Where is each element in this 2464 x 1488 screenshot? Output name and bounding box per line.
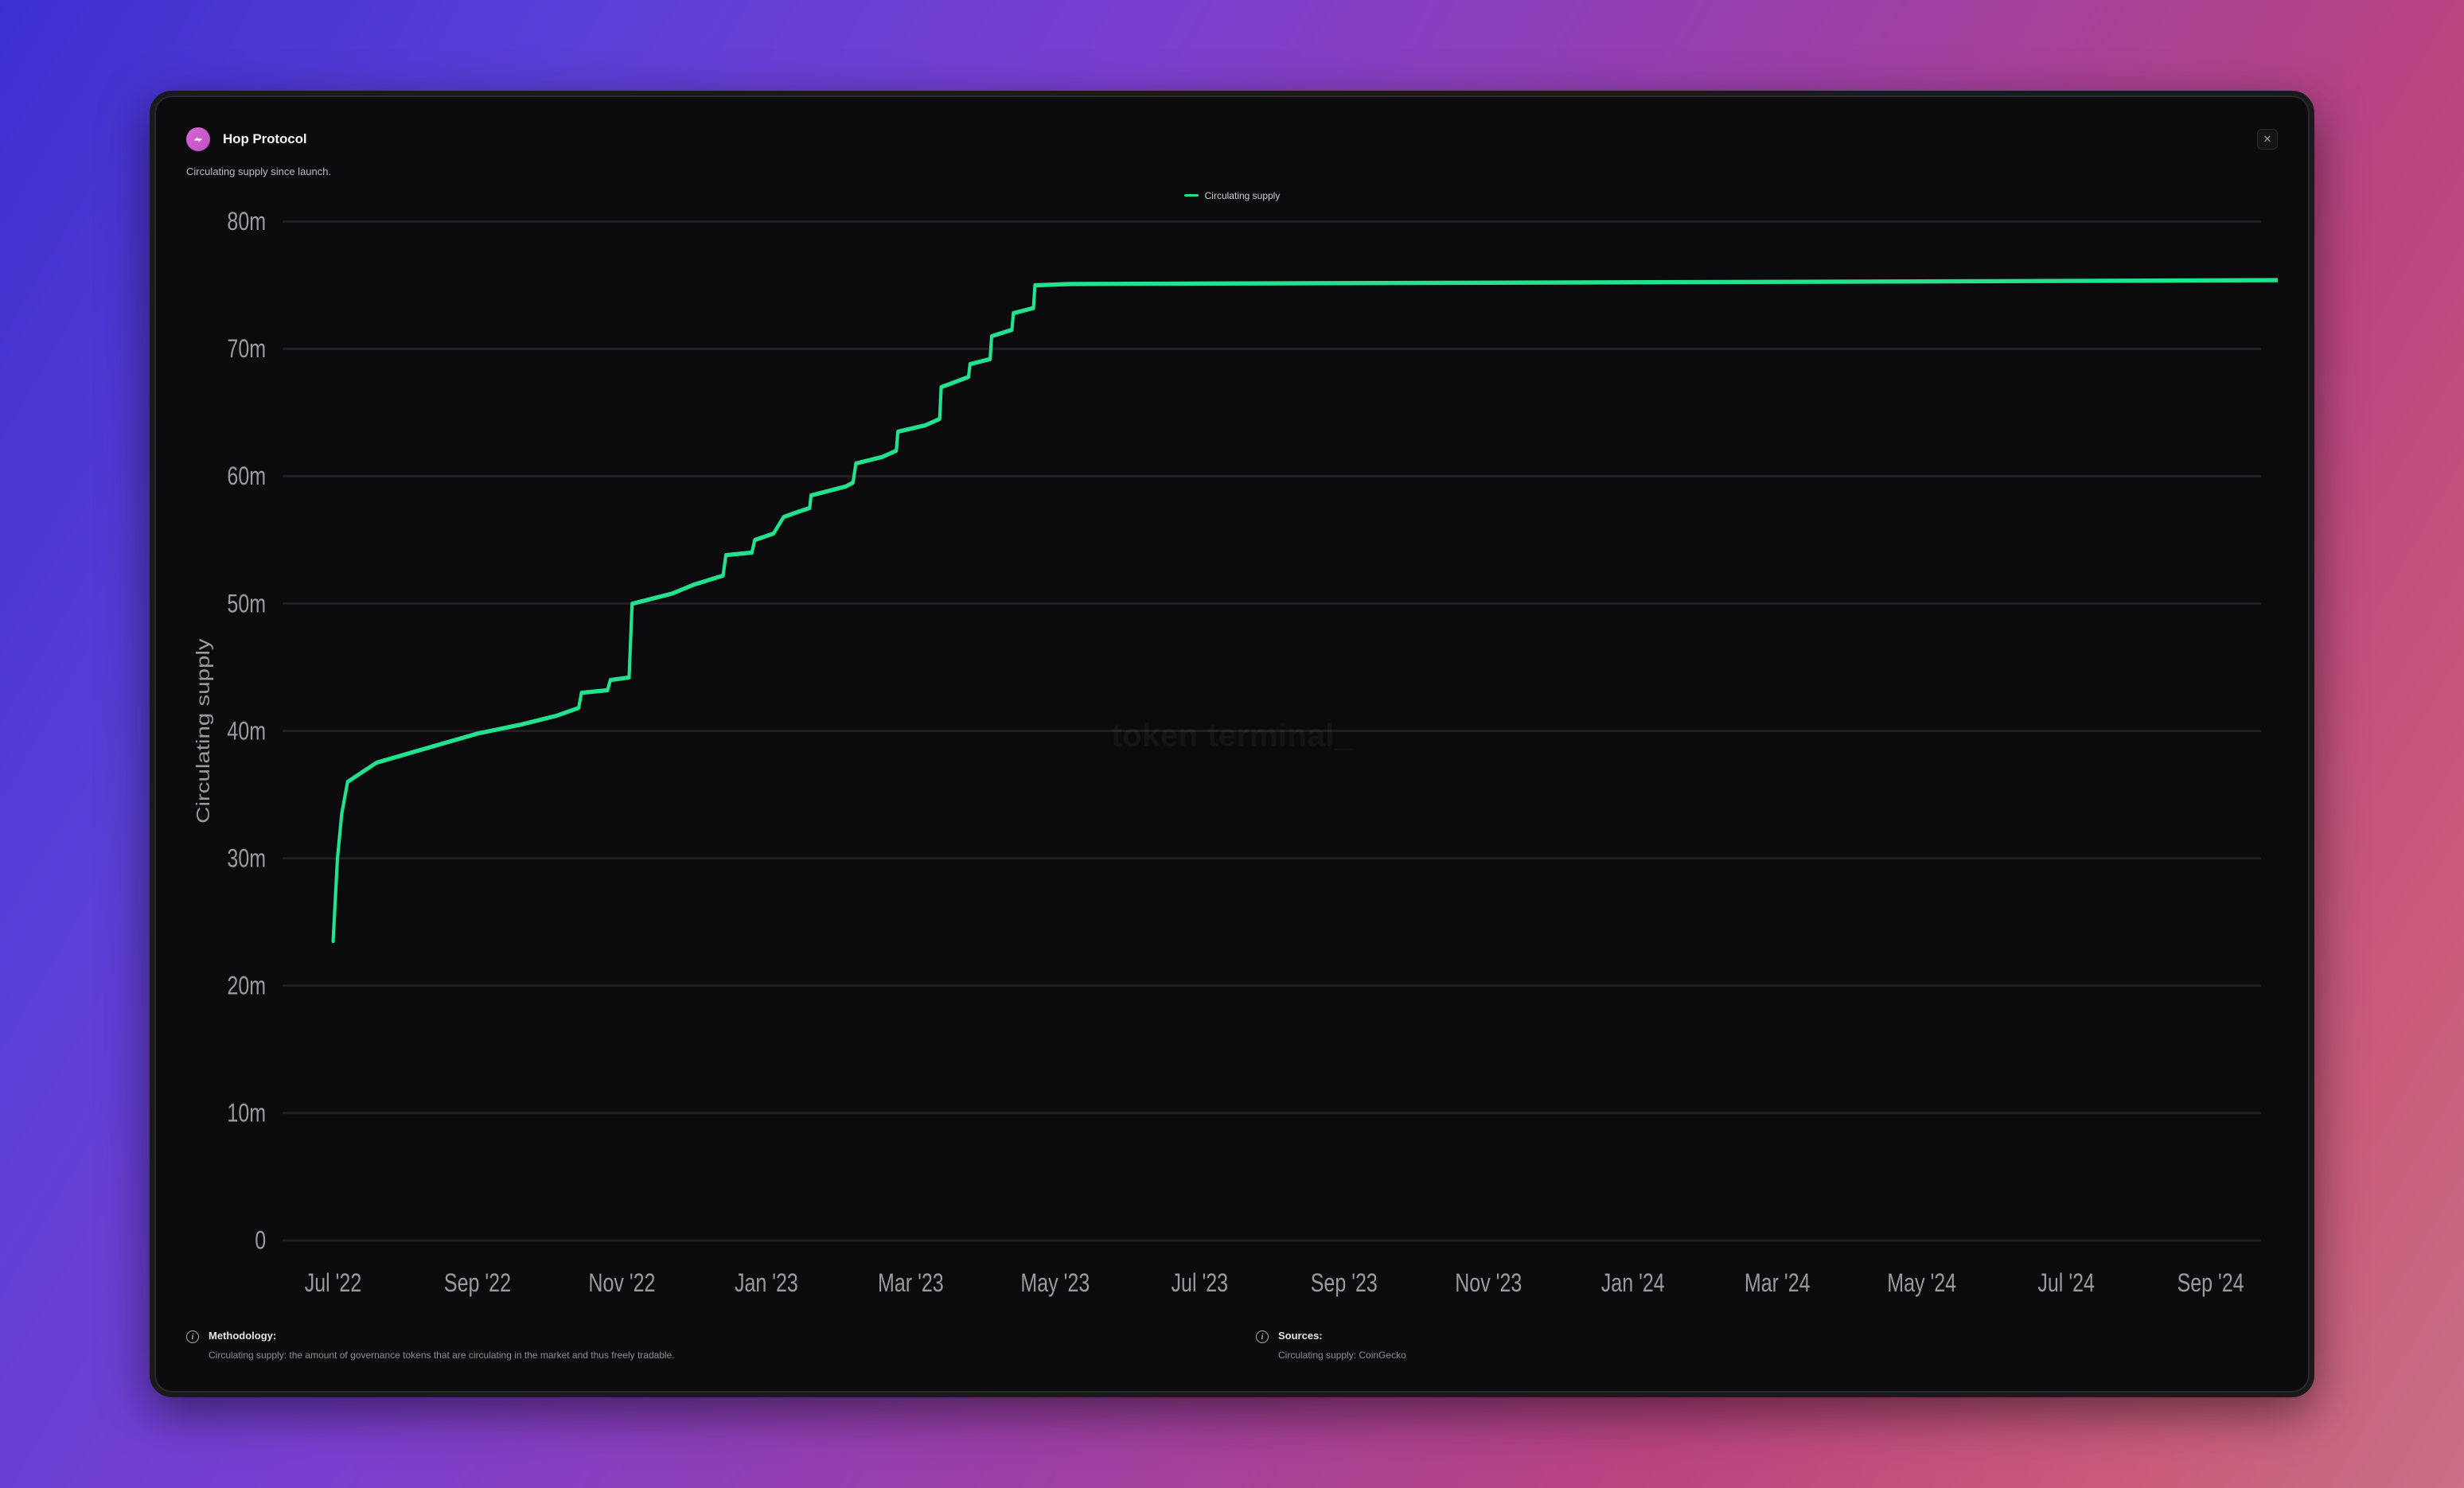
- svg-text:Jul '22: Jul '22: [305, 1269, 362, 1298]
- title-group: Hop Protocol: [186, 127, 307, 151]
- svg-text:May '23: May '23: [1020, 1269, 1090, 1298]
- svg-text:20m: 20m: [227, 972, 266, 1000]
- sources-text: Circulating supply: CoinGecko: [1278, 1348, 1406, 1362]
- header-row: Hop Protocol ✕: [186, 127, 2278, 151]
- svg-text:70m: 70m: [227, 335, 266, 364]
- svg-text:May '24: May '24: [1887, 1269, 1956, 1298]
- close-button[interactable]: ✕: [2257, 129, 2278, 150]
- close-icon: ✕: [2263, 133, 2272, 146]
- svg-text:0: 0: [255, 1226, 266, 1255]
- chart-legend: Circulating supply: [186, 190, 2278, 201]
- svg-text:Nov '22: Nov '22: [588, 1269, 655, 1298]
- subtitle: Circulating supply since launch.: [186, 166, 2278, 177]
- svg-text:Sep '24: Sep '24: [2177, 1269, 2244, 1298]
- svg-text:80m: 80m: [227, 208, 266, 236]
- svg-text:Jan '24: Jan '24: [1601, 1269, 1665, 1298]
- hop-logo-icon: [186, 127, 210, 151]
- footer: i Methodology: Circulating supply: the a…: [186, 1315, 2278, 1370]
- methodology-col: i Methodology: Circulating supply: the a…: [186, 1330, 1208, 1362]
- modal-inner: Hop Protocol ✕ Circulating supply since …: [154, 118, 2310, 1371]
- svg-text:Sep '22: Sep '22: [444, 1269, 511, 1298]
- svg-text:30m: 30m: [227, 844, 266, 873]
- legend-label: Circulating supply: [1205, 190, 1281, 201]
- legend-swatch: [1184, 194, 1199, 197]
- svg-text:Nov '23: Nov '23: [1455, 1269, 1522, 1298]
- svg-text:Mar '24: Mar '24: [1745, 1269, 1811, 1298]
- methodology-title: Methodology:: [209, 1330, 675, 1342]
- svg-text:Mar '23: Mar '23: [878, 1269, 944, 1298]
- methodology-text: Circulating supply: the amount of govern…: [209, 1348, 675, 1362]
- svg-text:Jul '24: Jul '24: [2037, 1269, 2095, 1298]
- device-frame: Hop Protocol ✕ Circulating supply since …: [150, 91, 2314, 1398]
- svg-text:Jan '23: Jan '23: [735, 1269, 798, 1298]
- svg-text:Jul '23: Jul '23: [1172, 1269, 1229, 1298]
- chart-area: token terminal_ 010m20m30m40m50m60m70m80…: [186, 205, 2278, 1313]
- page-title: Hop Protocol: [223, 131, 307, 147]
- info-icon: i: [186, 1330, 199, 1343]
- sources-col: i Sources: Circulating supply: CoinGecko: [1256, 1330, 2278, 1362]
- svg-text:60m: 60m: [227, 462, 266, 491]
- svg-text:50m: 50m: [227, 590, 266, 618]
- chart-svg: 0 10m 20m 30m 40m 50m 60m 70m 80m Circulating sup…: [186, 205, 2278, 1313]
- svg-text:10m: 10m: [227, 1099, 266, 1128]
- info-icon: i: [1256, 1330, 1269, 1343]
- svg-text:Sep '23: Sep '23: [1311, 1269, 1378, 1298]
- sources-title: Sources:: [1278, 1330, 1406, 1342]
- svg-text:40m: 40m: [227, 717, 266, 746]
- svg-text:Circulating supply: Circulating supply: [193, 637, 213, 823]
